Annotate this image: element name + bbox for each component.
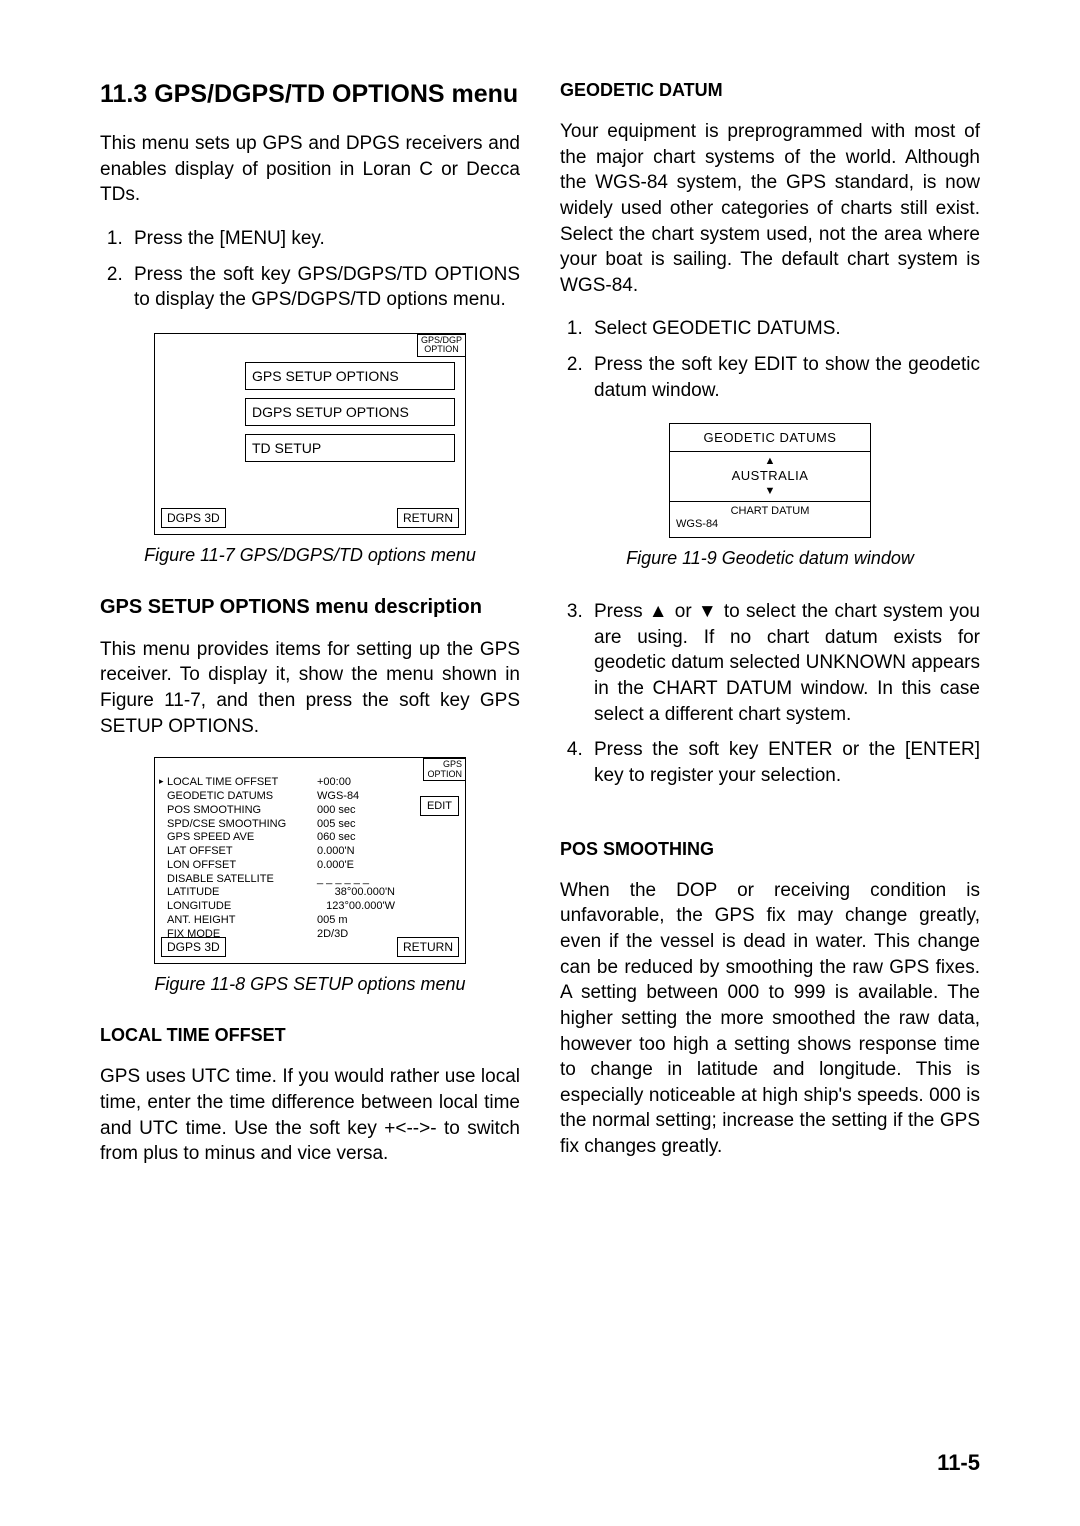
menu-items: GPS SETUP OPTIONS DGPS SETUP OPTIONS TD … bbox=[245, 362, 455, 470]
tag-line: OPTION bbox=[427, 769, 462, 779]
chart-datum-label: CHART DATUM bbox=[676, 505, 864, 519]
step: Press the soft key GPS/DGPS/TD OPTIONS t… bbox=[128, 262, 520, 313]
section-intro: This menu sets up GPS and DPGS receivers… bbox=[100, 131, 520, 208]
list-item: LON OFFSET0.000'E bbox=[167, 859, 405, 873]
step: Press ▲ or ▼ to select the chart system … bbox=[588, 599, 980, 727]
step: Press the soft key EDIT to show the geod… bbox=[588, 352, 980, 403]
list-item: POS SMOOTHING000 sec bbox=[167, 804, 405, 818]
figure-options-menu: GPS/DGP OPTION GPS SETUP OPTIONS DGPS SE… bbox=[154, 333, 466, 535]
local-time-heading: LOCAL TIME OFFSET bbox=[100, 1025, 520, 1046]
selected-value: AUSTRALIA bbox=[670, 467, 870, 485]
pos-smoothing-heading: POS SMOOTHING bbox=[560, 839, 980, 860]
figure-caption: Figure 11-9 Geodetic datum window bbox=[560, 548, 980, 569]
tag-line: OPTION bbox=[424, 344, 459, 354]
softkey-dgps: DGPS 3D bbox=[161, 937, 226, 957]
page: 11.3 GPS/DGPS/TD OPTIONS menu This menu … bbox=[0, 0, 1080, 1526]
cursor-icon: ▸ bbox=[159, 776, 164, 787]
gps-setup-heading: GPS SETUP OPTIONS menu description bbox=[100, 596, 520, 619]
arrow-up-icon: ▲ bbox=[670, 456, 870, 467]
arrow-down-icon: ▼ bbox=[670, 486, 870, 497]
softkey-return: RETURN bbox=[397, 937, 459, 957]
chart-datum-row: CHART DATUM WGS-84 bbox=[670, 502, 870, 538]
gps-setup-body: This menu provides items for setting up … bbox=[100, 637, 520, 740]
geodetic-steps-a: Select GEODETIC DATUMS. Press the soft k… bbox=[560, 316, 980, 403]
setup-list: LOCAL TIME OFFSET+00:00 GEODETIC DATUMSW… bbox=[167, 776, 405, 941]
list-item: LOCAL TIME OFFSET+00:00 bbox=[167, 776, 405, 790]
window-title: GEODETIC DATUMS bbox=[670, 424, 870, 452]
geodetic-steps-b: Press ▲ or ▼ to select the chart system … bbox=[560, 599, 980, 788]
list-item: SPD/CSE SMOOTHING005 sec bbox=[167, 818, 405, 832]
step: Press the [MENU] key. bbox=[128, 226, 520, 252]
softkey-edit: EDIT bbox=[420, 796, 459, 816]
left-column: 11.3 GPS/DGPS/TD OPTIONS menu This menu … bbox=[100, 80, 520, 1185]
right-column: GEODETIC DATUM Your equipment is preprog… bbox=[560, 80, 980, 1185]
softkey-return: RETURN bbox=[397, 508, 459, 528]
geodetic-heading: GEODETIC DATUM bbox=[560, 80, 980, 101]
list-item: LONGITUDE123°00.000'W bbox=[167, 900, 405, 914]
list-item: DISABLE SATELLITE_ _ _ _ _ _ bbox=[167, 873, 405, 887]
menu-item: DGPS SETUP OPTIONS bbox=[245, 398, 455, 426]
menu-item: GPS SETUP OPTIONS bbox=[245, 362, 455, 390]
section-title: 11.3 GPS/DGPS/TD OPTIONS menu bbox=[100, 80, 520, 109]
figure-caption: Figure 11-8 GPS SETUP options menu bbox=[100, 974, 520, 995]
softkey-row: DGPS 3D RETURN bbox=[161, 508, 459, 528]
list-item: ANT. HEIGHT005 m bbox=[167, 914, 405, 928]
local-time-body: GPS uses UTC time. If you would rather u… bbox=[100, 1064, 520, 1167]
spacer bbox=[560, 809, 980, 839]
step: Select GEODETIC DATUMS. bbox=[588, 316, 980, 342]
figure-caption: Figure 11-7 GPS/DGPS/TD options menu bbox=[100, 545, 520, 566]
menu-item: TD SETUP bbox=[245, 434, 455, 462]
figure-setup-options: GPS OPTION ▸ LOCAL TIME OFFSET+00:00 GEO… bbox=[154, 757, 466, 964]
list-item: LATITUDE38°00.000'N bbox=[167, 886, 405, 900]
list-item: LAT OFFSET0.000'N bbox=[167, 845, 405, 859]
screen-tag: GPS OPTION bbox=[423, 758, 466, 781]
page-number: 11-5 bbox=[937, 1450, 980, 1476]
two-column-layout: 11.3 GPS/DGPS/TD OPTIONS menu This menu … bbox=[100, 80, 980, 1185]
figure-geodetic-window: GEODETIC DATUMS ▲ AUSTRALIA ▼ CHART DATU… bbox=[669, 423, 871, 538]
section-steps: Press the [MENU] key. Press the soft key… bbox=[100, 226, 520, 313]
pos-smoothing-body: When the DOP or receiving condition is u… bbox=[560, 878, 980, 1160]
list-item: GEODETIC DATUMSWGS-84 bbox=[167, 790, 405, 804]
step: Press the soft key ENTER or the [ENTER] … bbox=[588, 737, 980, 788]
chart-datum-value: WGS-84 bbox=[676, 518, 864, 532]
selector-row: ▲ AUSTRALIA ▼ bbox=[670, 452, 870, 501]
screen-tag: GPS/DGP OPTION bbox=[417, 334, 466, 357]
softkey-row: DGPS 3D RETURN bbox=[161, 937, 459, 957]
softkey-dgps: DGPS 3D bbox=[161, 508, 226, 528]
list-item: GPS SPEED AVE060 sec bbox=[167, 831, 405, 845]
geodetic-body: Your equipment is preprogrammed with mos… bbox=[560, 119, 980, 298]
